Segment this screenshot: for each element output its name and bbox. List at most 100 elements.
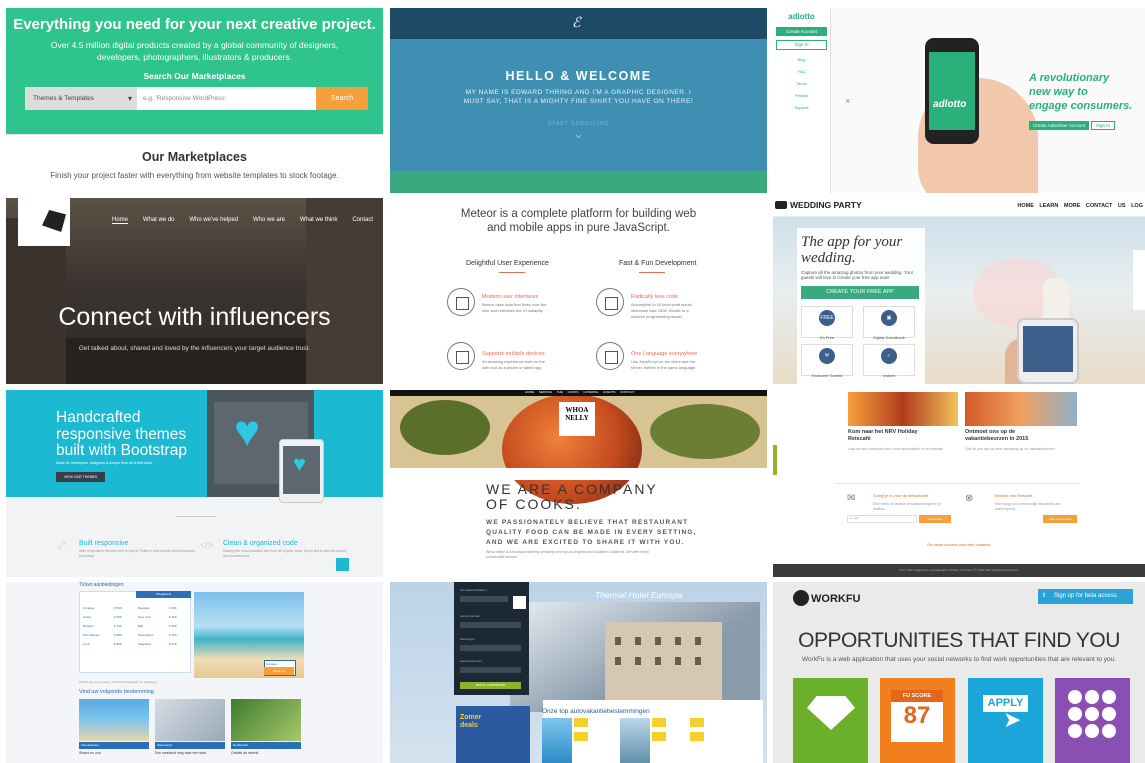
tile-envato[interactable]: Everything you need for your next creati… — [6, 8, 383, 193]
article-image[interactable] — [965, 392, 1077, 426]
view-themes-button[interactable]: VIEW OUR THEMES — [56, 472, 106, 482]
newsletter-title: Schrijf je in voor de nieuwsbrief — [873, 493, 929, 498]
view-offer-button[interactable]: BEKIJK AANBIEDING — [460, 682, 521, 689]
person-icon — [1102, 690, 1116, 704]
guests-select[interactable] — [460, 667, 521, 673]
table-row[interactable]: Aruba € 659 New York € 399 — [83, 613, 187, 621]
arrival-date-field[interactable] — [460, 596, 508, 602]
tile-meteor[interactable]: Meteor is a complete platform for buildi… — [390, 198, 767, 384]
beta-signup-button[interactable]: t Sign up for beta access — [1038, 589, 1133, 604]
book-now-button[interactable]: Boek nu — [264, 667, 294, 675]
scroll-top-button[interactable] — [336, 558, 349, 571]
window — [695, 657, 701, 665]
leaf-illustration — [400, 400, 490, 455]
destination: Bali — [138, 624, 144, 628]
workfu-sub: WorkFu is a web application that uses yo… — [801, 656, 1117, 663]
influencers-logo[interactable] — [18, 198, 70, 246]
card-title[interactable]: Een weekend weg naar een stad — [155, 751, 225, 756]
feature-desc: Making the most beautiful site from all … — [223, 549, 347, 558]
sidebar-item-blog[interactable]: Blog — [773, 57, 830, 62]
sidebar-item-terms[interactable]: Terms — [773, 81, 830, 86]
table-row[interactable]: Sint Maarten € 689 Paramaribo € 789 — [83, 631, 187, 639]
create-account-button[interactable]: Create Account — [776, 27, 827, 36]
envato-search-button[interactable]: Search — [316, 87, 368, 110]
tab-flights[interactable]: Vliegtickets — [136, 591, 191, 598]
form-label: Kamertype — [460, 637, 475, 641]
visit-icon: ⊗ — [965, 493, 974, 504]
article-image[interactable] — [848, 392, 958, 426]
nav-item-home[interactable]: Home — [112, 217, 129, 224]
headline-line: OF COOKS. — [486, 496, 582, 512]
wedding-logo[interactable]: WEDDING PARTY — [775, 200, 862, 210]
feature-desc: Accomplish in 10 lines what would otherw… — [631, 302, 692, 319]
calendar-icon[interactable] — [513, 596, 526, 609]
sidebar-item-privacy[interactable]: Privacy — [773, 93, 830, 98]
tile-influencers[interactable]: Home What we do Who we've helped Who we … — [6, 198, 383, 384]
table-row[interactable]: Bonaire € 749 Bali € 699 — [83, 622, 187, 630]
price: € 749 — [114, 624, 122, 628]
sign-in-button[interactable]: Sign In — [776, 40, 827, 50]
tile-adlotto[interactable]: adlotto Create Account Sign In Blog FAQ … — [773, 8, 1145, 193]
nrv-footer[interactable]: Over NRV | Algemene voorwaarden | Privac… — [773, 564, 1145, 577]
destination: Aruba — [83, 615, 92, 619]
workfu-logo[interactable]: WORKFU — [793, 590, 861, 606]
sidebar-item-faq[interactable]: FAQ — [773, 69, 830, 74]
tile-hello-welcome[interactable]: ℰ HELLO & WELCOME MY NAME IS EDWARD THRI… — [390, 8, 767, 193]
tile-ticket-deals[interactable]: Ticket aanbiedingen Vliegtickets Curaçao… — [6, 582, 383, 763]
whoa-nav-links[interactable]: HOME SERVICE THE COOKS CATERING EVENTS C… — [525, 390, 634, 394]
tile-nrv-holiday[interactable]: Kom naar het NRV Holiday Reiscafé Laat u… — [773, 390, 1145, 577]
close-icon[interactable]: × — [845, 96, 850, 106]
create-app-button[interactable]: CREATE YOUR FREE APP — [801, 286, 919, 299]
article-title[interactable]: Ontmoet ons op de vakantiebeurzen in 201… — [965, 429, 1028, 443]
tile-bootstrap-themes[interactable]: Handcrafted responsive themes built with… — [6, 390, 383, 577]
divider — [176, 516, 216, 517]
tile-hotel[interactable]: Thermal Hotel Eurospa Uw aankomstdatum A… — [390, 582, 767, 763]
tile-workfu[interactable]: WORKFU t Sign up for beta access OPPORTUN… — [773, 582, 1145, 763]
twitter-icon: t — [1043, 593, 1045, 599]
envato-category-select[interactable]: Themes & Templates — [25, 87, 137, 110]
room-type-select[interactable] — [460, 645, 521, 651]
tile-whoa-nelly[interactable]: HOME SERVICE THE COOKS CATERING EVENTS C… — [390, 390, 767, 577]
article-title[interactable]: Kom naar het NRV Holiday Reiscafé — [848, 429, 918, 443]
adlotto-signin-button[interactable]: Sign In — [1091, 121, 1116, 130]
person-icon — [1068, 707, 1082, 721]
table-row[interactable]: Lima € 899 Kaapstad € 649 — [83, 640, 187, 648]
nav-item-who-we-are[interactable]: Who we are — [253, 217, 285, 224]
window — [675, 657, 681, 665]
destination-thumb[interactable] — [620, 718, 650, 763]
nights-select[interactable] — [460, 622, 521, 628]
price: € 399 — [169, 615, 177, 619]
card-title[interactable]: Ontdek de wereld — [231, 751, 301, 756]
nav-item-what-we-think[interactable]: What we think — [300, 217, 338, 224]
price: € 489 — [169, 606, 177, 610]
showcase-grid: Everything you need for your next creati… — [0, 0, 1145, 763]
title-line: wedding. — [801, 250, 856, 266]
nav-item-who-we-helped[interactable]: Who we've helped — [189, 217, 238, 224]
nav-item-contact[interactable]: Contact — [352, 217, 373, 224]
person-icon — [1085, 707, 1099, 721]
feature-title: Built responsive — [79, 540, 129, 547]
newsletter-submit-button[interactable]: Aanmelden — [919, 515, 951, 523]
card-title[interactable]: Strand en zon — [79, 751, 149, 756]
destination-image[interactable] — [155, 699, 225, 741]
chevron-down-icon[interactable]: ⌄ — [390, 126, 767, 142]
envato-search-input[interactable]: e.g. 'Responsive WordPress' — [137, 87, 316, 110]
adlotto-logo[interactable]: adlotto — [773, 12, 830, 21]
wedding-nav[interactable]: HOME LEARN MORE CONTACT US LOG — [1017, 203, 1143, 209]
table-row[interactable]: Curaçao € 599 Bangkok € 489 — [83, 604, 187, 612]
create-advertiser-button[interactable]: Create Advertiser Account — [1029, 121, 1090, 130]
newsletter-email-input[interactable]: E-mail — [847, 515, 917, 523]
hello-logo[interactable]: ℰ — [572, 14, 580, 31]
sidebar-item-support[interactable]: Support — [773, 105, 830, 110]
plan-visit-button[interactable]: Plan een bezoek — [1043, 515, 1077, 523]
workfu-logo-icon — [793, 590, 809, 606]
destination-thumb[interactable] — [542, 718, 572, 763]
social-share-bar[interactable] — [1133, 250, 1145, 310]
destination-image[interactable] — [79, 699, 149, 741]
whoa-sub: WE PASSIONATELY BELIEVE THAT RESTAURANT … — [486, 518, 697, 548]
meteor-col1-title: Delightful User Experience — [466, 260, 549, 267]
destination-image[interactable] — [231, 699, 301, 741]
feature-title: Radically less code — [631, 294, 679, 300]
nav-item-what-we-do[interactable]: What we do — [143, 217, 175, 224]
tile-wedding-party[interactable]: WEDDING PARTY HOME LEARN MORE CONTACT US… — [773, 198, 1145, 384]
